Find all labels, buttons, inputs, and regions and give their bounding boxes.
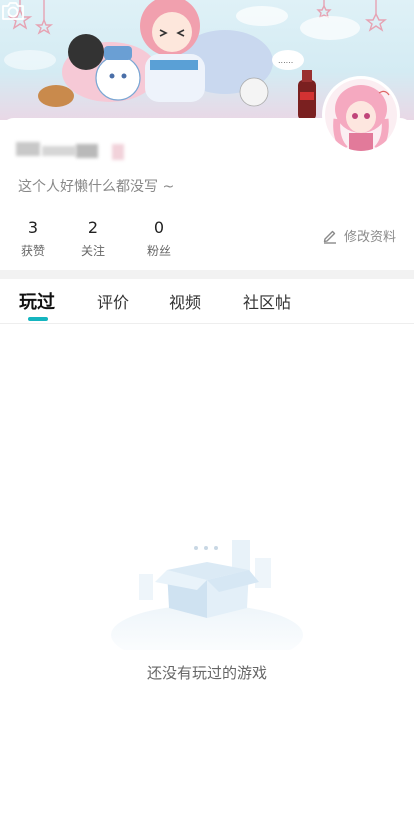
tab-videos[interactable]: 视频 [169,289,201,313]
profile-tabs: 玩过 评价 视频 社区帖 [0,279,414,324]
tab-community-posts[interactable]: 社区帖 [243,289,291,313]
empty-state-message: 还没有玩过的游戏 [146,664,267,682]
camera-icon[interactable] [0,0,26,22]
avatar-image [325,79,397,151]
stat-followers-value: 0 [153,218,165,237]
empty-box-icon [111,540,303,650]
stat-following-value: 2 [87,218,99,237]
section-divider [0,270,414,279]
avatar[interactable] [322,76,400,154]
stat-likes[interactable]: 3 获赞 [3,218,63,259]
stat-likes-value: 3 [27,218,39,237]
stat-following[interactable]: 2 关注 [63,218,123,259]
edit-profile-button[interactable]: 修改资料 [322,226,396,245]
profile-signature: 这个人好懒什么都没写 ~ [18,179,175,195]
active-tab-indicator [28,317,48,321]
tab-reviews[interactable]: 评价 [97,289,129,313]
profile-stats: 3 获赞 2 关注 0 粉丝 [0,218,260,262]
stat-followers-label: 粉丝 [146,244,171,258]
tab-played[interactable]: 玩过 [19,288,55,314]
username-redacted [4,132,124,162]
stat-following-label: 关注 [80,244,105,258]
edit-profile-label: 修改资料 [343,230,396,245]
stat-followers[interactable]: 0 粉丝 [129,218,189,259]
edit-pen-icon [323,230,336,244]
svg-text:......: ...... [278,56,293,65]
stat-likes-label: 获赞 [20,244,45,258]
profile-card: 这个人好懒什么都没写 ~ 3 获赞 2 关注 0 粉丝 修改资料 [0,76,414,270]
